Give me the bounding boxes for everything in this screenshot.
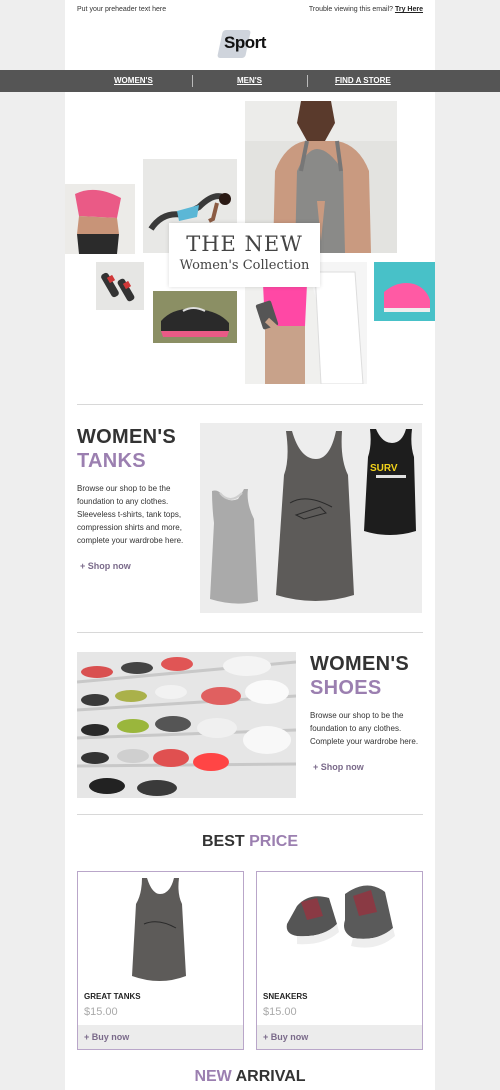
shoes-title-line1: WOMEN'S bbox=[310, 653, 410, 675]
nav-item-mens[interactable]: MEN'S bbox=[237, 76, 262, 85]
product-price: $15.00 bbox=[263, 1006, 297, 1018]
best-price-heading: BEST PRICE bbox=[65, 833, 435, 851]
hero-title-line1: THE NEW bbox=[186, 232, 303, 256]
hero-photo-teal bbox=[374, 262, 435, 321]
try-here-link[interactable]: Try Here bbox=[395, 6, 423, 13]
hero-title-badge: THE NEW Women's Collection bbox=[169, 223, 320, 287]
shoes-description: Browse our shop to be the foundation to … bbox=[310, 711, 419, 746]
tanks-title-line1: WOMEN'S bbox=[77, 426, 177, 448]
shoes-product-image[interactable] bbox=[76, 652, 297, 798]
tank-print-text: SURV bbox=[370, 463, 398, 474]
sport-logo[interactable]: Sport bbox=[216, 28, 286, 62]
hero-photo-pink-top bbox=[65, 184, 135, 254]
trouble-viewing: Trouble viewing this email? Try Here bbox=[309, 6, 423, 13]
product-card-sneakers[interactable]: SNEAKERS $15.00 + Buy now bbox=[256, 871, 423, 1050]
hero-photo-jump-rope bbox=[96, 262, 144, 310]
tanks-shop-now-link[interactable]: + Shop now bbox=[80, 561, 192, 571]
product-card-tanks[interactable]: GREAT TANKS $15.00 + Buy now bbox=[77, 871, 244, 1050]
tanks-title-line2: TANKS bbox=[77, 450, 146, 472]
buy-now-button[interactable]: + Buy now bbox=[257, 1025, 422, 1049]
section-divider bbox=[77, 632, 423, 633]
shoes-text-block: WOMEN'S SHOES Browse our shop to be the … bbox=[310, 652, 425, 772]
product-name: SNEAKERS bbox=[263, 992, 308, 1001]
nav-item-womens[interactable]: WOMEN'S bbox=[114, 76, 153, 85]
shoes-shop-now-link[interactable]: + Shop now bbox=[313, 762, 425, 772]
tanks-description: Browse our shop to be the foundation to … bbox=[77, 484, 184, 545]
buy-now-button[interactable]: + Buy now bbox=[78, 1025, 243, 1049]
shoes-title-line2: SHOES bbox=[310, 677, 382, 699]
product-price: $15.00 bbox=[84, 1006, 118, 1018]
nav-item-find-store[interactable]: FIND A STORE bbox=[335, 76, 391, 85]
tanks-text-block: WOMEN'S TANKS Browse our shop to be the … bbox=[77, 425, 192, 571]
main-nav: WOMEN'S MEN'S FIND A STORE bbox=[0, 70, 500, 92]
new-arrival-title-dark: ARRIVAL bbox=[235, 1068, 306, 1085]
hero-photo-sneaker bbox=[153, 291, 237, 343]
trouble-text: Trouble viewing this email? bbox=[308, 6, 394, 13]
nav-divider bbox=[192, 75, 193, 87]
best-price-title-accent: PRICE bbox=[249, 833, 299, 850]
preheader-text: Put your preheader text here bbox=[77, 6, 167, 13]
nav-divider bbox=[307, 75, 308, 87]
best-price-title-dark: BEST bbox=[201, 833, 245, 850]
section-divider bbox=[77, 814, 423, 815]
new-arrival-title-accent: NEW bbox=[194, 1068, 232, 1085]
logo-text: Sport bbox=[224, 33, 266, 52]
product-name: GREAT TANKS bbox=[84, 992, 141, 1001]
section-divider bbox=[77, 404, 423, 405]
hero-title-line2: Women's Collection bbox=[179, 258, 310, 273]
new-arrival-heading: NEW ARRIVAL bbox=[65, 1068, 435, 1086]
tanks-product-image[interactable]: SURV bbox=[200, 423, 422, 613]
